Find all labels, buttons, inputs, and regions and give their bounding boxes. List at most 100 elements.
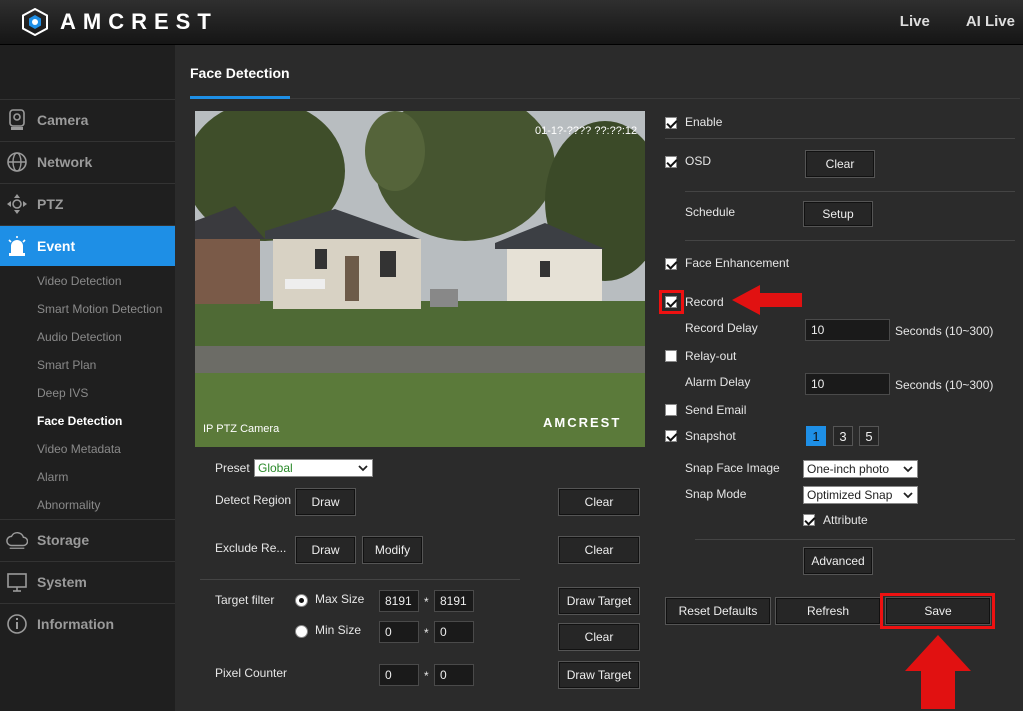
snapshot-count-5[interactable]: 5 — [859, 426, 879, 446]
cloud-icon — [6, 529, 28, 551]
sidebar-item-label: Camera — [37, 112, 89, 128]
relay-out-checkbox[interactable] — [665, 350, 677, 362]
chevron-down-icon — [901, 488, 915, 502]
brand-name: AMCREST — [60, 9, 218, 34]
alarm-delay-units: Seconds (10~300) — [895, 378, 994, 392]
pixel-counter-label: Pixel Counter — [215, 666, 288, 680]
max-height-input[interactable]: 8191 — [434, 590, 474, 612]
refresh-button[interactable]: Refresh — [775, 597, 881, 625]
pixel-counter-height-input[interactable]: 0 — [434, 664, 474, 686]
osd-clear-button[interactable]: Clear — [805, 150, 875, 178]
send-email-checkbox[interactable] — [665, 404, 677, 416]
snapshot-checkbox[interactable] — [665, 430, 677, 442]
sidebar-sub-deep-ivs[interactable]: Deep IVS — [37, 386, 88, 400]
camera-scene-image — [195, 111, 645, 447]
schedule-label: Schedule — [685, 205, 736, 219]
snap-mode-value: Optimized Snap — [807, 488, 893, 502]
record-delay-input[interactable]: 10 — [805, 319, 890, 341]
relay-out-label: Relay-out — [685, 349, 737, 363]
min-width-input[interactable]: 0 — [379, 621, 419, 643]
enable-label: Enable — [685, 115, 723, 129]
pixel-counter-draw-target-button[interactable]: Draw Target — [558, 661, 640, 689]
divider — [695, 539, 1015, 540]
times-sign: * — [424, 595, 429, 609]
divider — [685, 240, 1015, 241]
sidebar-item-event[interactable]: Event — [0, 225, 191, 266]
globe-icon — [6, 151, 28, 173]
min-height-input[interactable]: 0 — [434, 621, 474, 643]
detect-region-label: Detect Region — [215, 493, 292, 507]
snap-face-image-select[interactable]: One-inch photo — [803, 460, 918, 478]
sidebar-sub-smart-motion-detection[interactable]: Smart Motion Detection — [37, 302, 162, 316]
alarm-delay-input[interactable]: 10 — [805, 373, 890, 395]
exclude-region-modify-button[interactable]: Modify — [362, 536, 423, 564]
sidebar-item-camera[interactable]: Camera — [0, 99, 175, 140]
divider — [665, 138, 1015, 139]
tab-active-indicator — [190, 96, 290, 99]
record-delay-label: Record Delay — [685, 321, 758, 335]
reset-defaults-button[interactable]: Reset Defaults — [665, 597, 771, 625]
record-delay-units: Seconds (10~300) — [895, 324, 994, 338]
sidebar-sub-smart-plan[interactable]: Smart Plan — [37, 358, 96, 372]
sidebar-item-label: System — [37, 574, 87, 590]
main-panel: Face Detection 01-1?-???? ??:??:12 IP PT… — [175, 45, 1023, 711]
detect-region-clear-button[interactable]: Clear — [558, 488, 640, 516]
detect-region-draw-button[interactable]: Draw — [295, 488, 356, 516]
max-width-input[interactable]: 8191 — [379, 590, 419, 612]
sidebar-item-network[interactable]: Network — [0, 141, 175, 182]
advanced-button[interactable]: Advanced — [803, 547, 873, 575]
sidebar-sub-alarm[interactable]: Alarm — [37, 470, 68, 484]
snapshot-count-3[interactable]: 3 — [833, 426, 853, 446]
top-bar: AMCREST Live AI Live — [0, 0, 1023, 45]
camera-icon — [6, 109, 28, 131]
monitor-icon — [6, 571, 28, 593]
exclude-region-draw-button[interactable]: Draw — [295, 536, 356, 564]
face-enhancement-checkbox[interactable] — [665, 258, 677, 270]
chevron-down-icon — [901, 462, 915, 476]
preset-select[interactable]: Global — [254, 459, 373, 477]
schedule-setup-button[interactable]: Setup — [803, 201, 873, 227]
osd-checkbox[interactable] — [665, 156, 677, 168]
video-caption: IP PTZ Camera — [203, 423, 280, 435]
record-label: Record — [685, 295, 724, 309]
sidebar: Camera Network PTZ Event Video Detection… — [0, 45, 191, 711]
sidebar-item-label: Network — [37, 154, 93, 170]
max-size-label: Max Size — [315, 592, 365, 606]
sidebar-item-ptz[interactable]: PTZ — [0, 183, 175, 224]
min-size-radio[interactable] — [295, 625, 308, 638]
nav-ai-live[interactable]: AI Live — [966, 13, 1015, 30]
sidebar-sub-face-detection[interactable]: Face Detection — [37, 414, 122, 428]
enable-checkbox[interactable] — [665, 117, 677, 129]
sidebar-item-label: Information — [37, 616, 114, 632]
alarm-icon — [6, 235, 28, 257]
snap-mode-select[interactable]: Optimized Snap — [803, 486, 918, 504]
times-sign: * — [424, 669, 429, 683]
target-clear-button[interactable]: Clear — [558, 623, 640, 651]
snap-face-image-value: One-inch photo — [807, 462, 890, 476]
sidebar-item-system[interactable]: System — [0, 561, 175, 602]
sidebar-item-storage[interactable]: Storage — [0, 519, 175, 560]
exclude-region-clear-button[interactable]: Clear — [558, 536, 640, 564]
sidebar-sub-video-metadata[interactable]: Video Metadata — [37, 442, 121, 456]
video-preview[interactable]: 01-1?-???? ??:??:12 IP PTZ Camera AMCRES… — [195, 111, 645, 447]
nav-live[interactable]: Live — [900, 13, 930, 30]
times-sign: * — [424, 626, 429, 640]
max-size-radio[interactable] — [295, 594, 308, 607]
ptz-icon — [6, 193, 28, 215]
sidebar-item-information[interactable]: Information — [0, 603, 175, 644]
tab-divider — [190, 98, 1020, 99]
sidebar-sub-abnormality[interactable]: Abnormality — [37, 498, 100, 512]
amcrest-logo: AMCREST — [22, 7, 218, 37]
sidebar-item-label: PTZ — [37, 196, 64, 212]
draw-target-button[interactable]: Draw Target — [558, 587, 640, 615]
tab-face-detection[interactable]: Face Detection — [190, 65, 290, 81]
snapshot-count-1[interactable]: 1 — [806, 426, 826, 446]
pixel-counter-width-input[interactable]: 0 — [379, 664, 419, 686]
record-arrow-icon — [732, 285, 802, 315]
video-watermark: AMCREST — [543, 415, 622, 430]
attribute-checkbox[interactable] — [803, 514, 815, 526]
preset-label: Preset — [215, 461, 250, 475]
sidebar-sub-video-detection[interactable]: Video Detection — [37, 274, 122, 288]
min-size-label: Min Size — [315, 623, 362, 637]
sidebar-sub-audio-detection[interactable]: Audio Detection — [37, 330, 122, 344]
